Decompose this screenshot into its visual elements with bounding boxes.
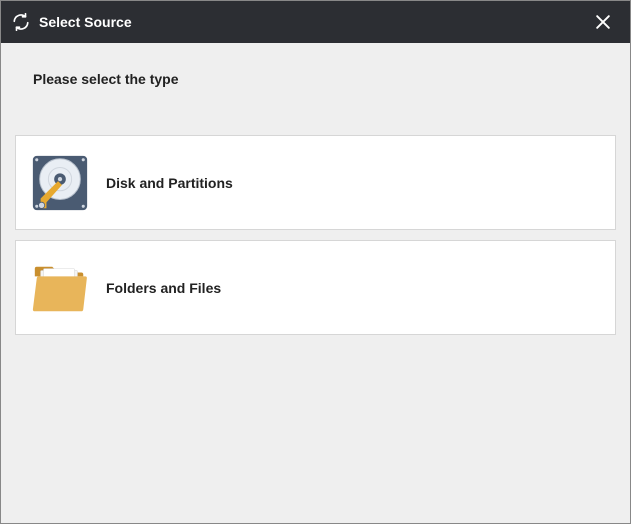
option-disk-and-partitions[interactable]: Disk and Partitions bbox=[15, 135, 616, 230]
select-source-dialog: Select Source Please select the type bbox=[0, 0, 631, 524]
dialog-content: Please select the type bbox=[1, 43, 630, 523]
prompt-text: Please select the type bbox=[15, 43, 616, 107]
option-label: Disk and Partitions bbox=[106, 175, 233, 191]
titlebar: Select Source bbox=[1, 1, 630, 43]
options-list: Disk and Partitions Folders and Files bbox=[15, 135, 616, 335]
app-sync-icon bbox=[11, 12, 31, 32]
hard-disk-icon bbox=[28, 151, 92, 215]
option-folders-and-files[interactable]: Folders and Files bbox=[15, 240, 616, 335]
option-label: Folders and Files bbox=[106, 280, 221, 296]
folder-icon bbox=[28, 256, 92, 320]
dialog-title: Select Source bbox=[39, 14, 586, 30]
close-button[interactable] bbox=[586, 5, 620, 39]
